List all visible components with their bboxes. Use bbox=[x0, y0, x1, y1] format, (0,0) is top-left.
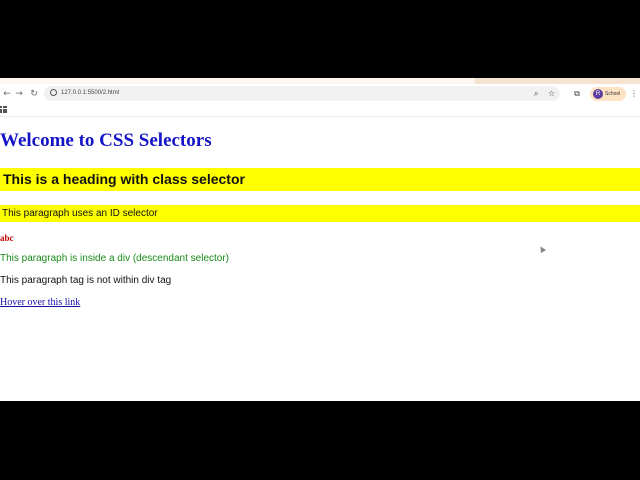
id-selector-paragraph: This paragraph uses an ID selector bbox=[0, 205, 640, 222]
bookmarks-bar bbox=[0, 104, 640, 117]
plain-paragraph: This paragraph tag is not within div tag bbox=[0, 275, 172, 286]
zoom-icon[interactable]: ⌕ bbox=[534, 86, 538, 101]
browser-window: ← → ↻ 127.0.0.1:5500/2.html ⌕ ☆ ⧉ R Scho… bbox=[0, 78, 640, 401]
reload-icon[interactable]: ↻ bbox=[27, 87, 41, 101]
class-selector-heading: This is a heading with class selector bbox=[0, 168, 640, 191]
descendant-selector-paragraph: This paragraph is inside a div (descenda… bbox=[0, 253, 230, 264]
profile-label: School bbox=[605, 91, 621, 97]
page-title: Welcome to CSS Selectors bbox=[0, 130, 212, 151]
menu-icon[interactable]: ⋮ bbox=[630, 87, 638, 101]
apps-grid-icon[interactable] bbox=[0, 106, 7, 113]
page-content: Welcome to CSS Selectors This is a headi… bbox=[0, 118, 640, 401]
url-text[interactable]: 127.0.0.1:5500/2.html bbox=[61, 86, 119, 101]
forward-icon[interactable]: → bbox=[12, 87, 26, 101]
profile-button[interactable]: R School bbox=[590, 87, 626, 101]
abc-text: abc bbox=[0, 233, 14, 243]
mouse-cursor-icon bbox=[537, 244, 547, 254]
address-bar[interactable]: 127.0.0.1:5500/2.html ⌕ ☆ bbox=[44, 86, 560, 101]
extensions-icon[interactable]: ⧉ bbox=[570, 87, 584, 101]
browser-toolbar: ← → ↻ 127.0.0.1:5500/2.html ⌕ ☆ ⧉ R Scho… bbox=[0, 84, 640, 105]
avatar: R bbox=[593, 89, 603, 99]
bookmark-star-icon[interactable]: ☆ bbox=[548, 86, 555, 101]
hover-link[interactable]: Hover over this link bbox=[0, 297, 80, 308]
site-info-icon[interactable] bbox=[50, 89, 57, 96]
